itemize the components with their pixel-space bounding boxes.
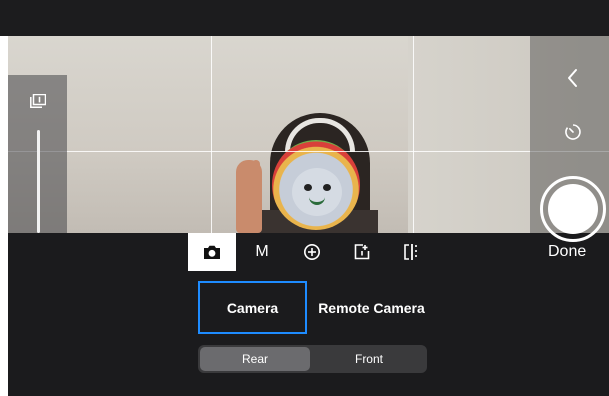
camera-icon xyxy=(203,244,221,260)
manual-mode-tab[interactable]: M xyxy=(238,233,286,271)
mask-face xyxy=(292,168,342,216)
mask-eye-left xyxy=(304,184,312,191)
timer-icon[interactable] xyxy=(563,122,583,142)
camera-mode-tab[interactable] xyxy=(188,233,236,271)
lens-option-front[interactable]: Front xyxy=(313,347,425,371)
zoom-slider[interactable] xyxy=(37,130,40,233)
mask-eye-right xyxy=(323,184,331,191)
compare-split-tab[interactable] xyxy=(388,233,436,271)
plus-circle-tab[interactable] xyxy=(288,233,336,271)
grid-line-vertical-1 xyxy=(211,36,212,233)
shutter-inner xyxy=(548,184,598,234)
grid-line-vertical-2 xyxy=(413,36,414,233)
source-option-remote-camera[interactable]: Remote Camera xyxy=(312,281,431,334)
add-frame-tab[interactable] xyxy=(338,233,386,271)
compare-split-icon xyxy=(403,243,421,261)
grid-line-horizontal xyxy=(8,151,609,152)
top-status-bar xyxy=(0,0,609,36)
plus-circle-icon xyxy=(303,243,321,261)
done-button[interactable]: Done xyxy=(548,243,586,261)
source-option-camera[interactable]: Camera xyxy=(198,281,307,334)
lens-option-rear[interactable]: Rear xyxy=(200,347,310,371)
manual-mode-label: M xyxy=(255,243,269,260)
zoom-1x-icon[interactable] xyxy=(30,94,46,108)
subject-finger xyxy=(252,160,260,188)
chevron-left-icon[interactable] xyxy=(565,68,581,88)
shutter-button[interactable] xyxy=(540,176,606,242)
add-frame-icon xyxy=(353,243,371,261)
